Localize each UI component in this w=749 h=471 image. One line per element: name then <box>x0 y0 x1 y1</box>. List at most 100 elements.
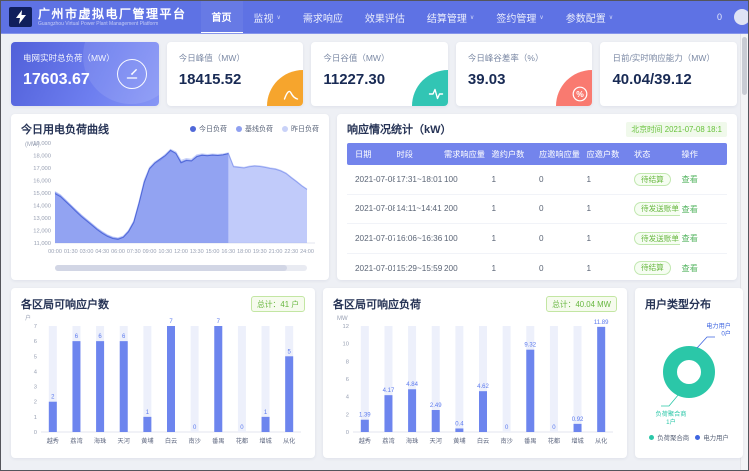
svg-text:10: 10 <box>343 342 349 348</box>
legend-item[interactable]: 昨日负荷 <box>282 124 319 134</box>
nav-item-home[interactable]: 首页 <box>201 1 243 34</box>
svg-text:7: 7 <box>34 324 37 330</box>
nav-item-parameters[interactable]: 参数配置∨ <box>555 1 624 34</box>
col-invited-users: 邀约户数 <box>490 143 538 165</box>
svg-text:10:30: 10:30 <box>158 249 172 255</box>
nav-item-demand-response[interactable]: 需求响应 <box>292 1 354 34</box>
chevron-down-icon: ∨ <box>277 14 281 21</box>
view-link[interactable]: 查看 <box>682 264 698 273</box>
svg-text:2: 2 <box>34 400 37 406</box>
legend-item[interactable]: 基线负荷 <box>236 124 273 134</box>
cell-invited-users: 1 <box>490 253 538 280</box>
chevron-down-icon: ∨ <box>470 14 474 21</box>
cell-demand: 200 <box>442 253 490 280</box>
svg-text:19,000: 19,000 <box>33 141 51 147</box>
cell-period: 14:11~14:41 <box>395 194 443 224</box>
svg-text:15:00: 15:00 <box>206 249 220 255</box>
legend-item[interactable]: 今日负荷 <box>190 124 227 134</box>
svg-text:天河: 天河 <box>430 437 442 445</box>
view-link[interactable]: 查看 <box>682 175 698 184</box>
svg-text:13,000: 13,000 <box>33 216 51 222</box>
cell-date: 2021-07-01 <box>347 253 395 280</box>
kpi-card-today-valley: 今日谷值（MW）11227.30 <box>311 42 448 106</box>
svg-text:2: 2 <box>346 412 349 418</box>
svg-text:增城: 增城 <box>259 437 271 445</box>
svg-text:22:30: 22:30 <box>284 249 298 255</box>
user-type-title: 用户类型分布 <box>641 296 711 312</box>
cell-status: 待结算 <box>632 165 680 194</box>
legend-item[interactable]: 电力用户 <box>695 433 729 442</box>
kpi-label: 今日谷值（MW） <box>323 52 436 64</box>
col-status: 状态 <box>632 143 680 165</box>
cell-invited-users: 1 <box>490 224 538 254</box>
svg-text:00:00: 00:00 <box>48 249 62 255</box>
dashboard-content: 电网实时总负荷（MW）17603.67今日峰值（MW）18415.52今日谷值（… <box>1 34 741 470</box>
responsive-users-title: 各区局可响应户数 <box>21 296 109 312</box>
svg-text:9.32: 9.32 <box>524 343 536 349</box>
nav-item-label: 首页 <box>212 9 232 24</box>
svg-text:11,000: 11,000 <box>34 241 51 247</box>
svg-text:越秀: 越秀 <box>359 437 371 445</box>
svg-text:12,000: 12,000 <box>33 229 51 235</box>
kpi-label: 今日峰值（MW） <box>179 52 292 64</box>
svg-text:13:30: 13:30 <box>190 249 204 255</box>
nav-item-contract[interactable]: 签约管理∨ <box>485 1 554 34</box>
cell-action: 查看 <box>680 165 728 194</box>
cell-accepted-users: 1 <box>585 253 633 280</box>
svg-text:0.92: 0.92 <box>572 417 584 423</box>
kpi-card-response-capacity: 日前/实时响应能力（MW）40.04/39.12 <box>600 42 737 106</box>
datazoom-thumb[interactable] <box>55 265 287 271</box>
svg-text:04:30: 04:30 <box>95 249 109 255</box>
responsive-users-panel: 各区局可响应户数 总计：41 户 户012345672越秀6荔湾6海珠6天河1黄… <box>11 288 315 458</box>
svg-text:1户: 1户 <box>666 418 676 426</box>
svg-text:天河: 天河 <box>118 437 130 445</box>
avatar[interactable] <box>734 9 748 25</box>
legend-dot <box>236 126 242 132</box>
legend-label: 今日负荷 <box>199 124 227 134</box>
nav-item-settlement[interactable]: 结算管理∨ <box>416 1 485 34</box>
cell-date: 2021-07-07 <box>347 224 395 254</box>
scrollbar-thumb[interactable] <box>742 37 747 95</box>
svg-text:从化: 从化 <box>283 437 295 445</box>
cell-demand: 100 <box>442 224 490 254</box>
view-link[interactable]: 查看 <box>682 234 698 243</box>
svg-text:番禺: 番禺 <box>524 438 536 445</box>
cell-status: 待发送账单 <box>632 224 680 254</box>
user-type-panel: 用户类型分布 电力用户0户负荷聚合商1户 负荷聚合商电力用户 <box>635 288 743 458</box>
legend-dot <box>649 435 654 440</box>
svg-text:0: 0 <box>346 430 349 436</box>
cell-demand: 100 <box>442 165 490 194</box>
legend-item[interactable]: 负荷聚合商 <box>649 433 689 442</box>
datazoom-slider[interactable] <box>55 265 307 271</box>
user-type-donut-chart: 电力用户0户负荷聚合商1户 <box>641 312 737 432</box>
svg-text:0户: 0户 <box>721 330 731 338</box>
cell-accepted-users: 1 <box>585 194 633 224</box>
svg-text:03:00: 03:00 <box>80 249 94 255</box>
cell-invited-users: 1 <box>490 194 538 224</box>
svg-text:0.4: 0.4 <box>455 421 464 427</box>
notification-count[interactable]: 0 <box>717 12 722 22</box>
view-link[interactable]: 查看 <box>682 205 698 214</box>
status-badge: 待结算 <box>634 173 671 187</box>
svg-text:负荷聚合商: 负荷聚合商 <box>656 410 687 418</box>
gauge-icon <box>117 59 147 89</box>
svg-text:0: 0 <box>34 430 37 436</box>
nav-item-label: 监视 <box>254 10 274 25</box>
nav-item-monitoring[interactable]: 监视∨ <box>243 1 292 34</box>
table-row: 2021-07-0817:31~18:01100101待结算查看 <box>347 165 727 194</box>
cell-status: 待结算 <box>632 253 680 280</box>
svg-text:24:00: 24:00 <box>300 249 314 255</box>
svg-text:15,000: 15,000 <box>33 191 51 197</box>
svg-text:07:30: 07:30 <box>127 249 141 255</box>
lightning-icon <box>15 10 27 24</box>
svg-text:海珠: 海珠 <box>406 437 419 445</box>
cell-accepted-response: 0 <box>537 194 585 224</box>
nav-item-effect-evaluation[interactable]: 效果评估 <box>354 1 416 34</box>
response-stats-panel: 响应情况统计（kW） 北京时间 2021-07-08 18:1 日期时段需求响应… <box>337 114 737 280</box>
svg-text:4.62: 4.62 <box>477 384 489 390</box>
svg-text:6: 6 <box>346 377 349 383</box>
svg-text:7: 7 <box>169 319 173 325</box>
svg-text:海珠: 海珠 <box>94 437 107 445</box>
svg-text:12: 12 <box>343 324 349 330</box>
svg-text:4.17: 4.17 <box>383 388 395 394</box>
